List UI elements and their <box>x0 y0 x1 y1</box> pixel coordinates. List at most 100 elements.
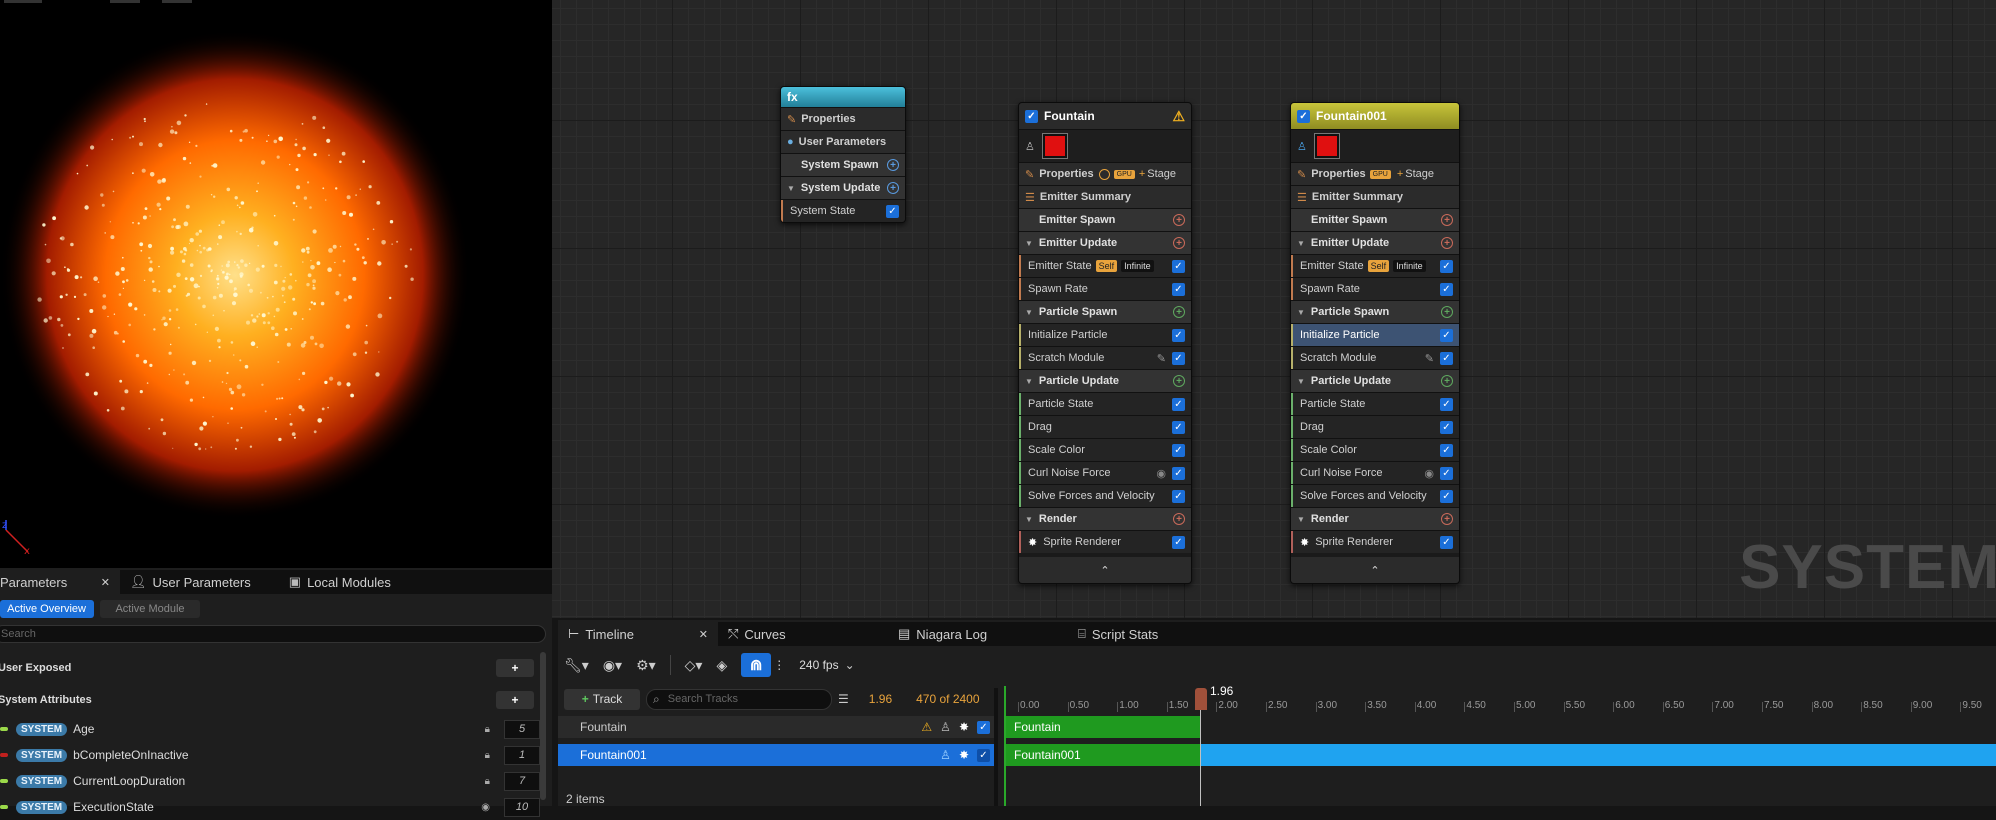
emitter-summary-row[interactable]: ☰ Emitter Summary <box>1291 185 1459 208</box>
active-overview-button[interactable]: Active Overview <box>0 600 94 618</box>
track-enable-checkbox[interactable]: ✓ <box>977 720 990 734</box>
parameters-scrollbar[interactable] <box>540 652 546 800</box>
add-module-icon[interactable]: + <box>1173 375 1185 387</box>
module-row[interactable]: Scale Color ✓ <box>1019 438 1191 461</box>
playback-settings-icon[interactable]: ⚙▾ <box>636 657 656 674</box>
more-options-icon[interactable]: ⋮ <box>773 658 785 672</box>
system-properties-row[interactable]: ✎ Properties <box>781 107 905 130</box>
attribute-row[interactable]: SYSTEM Age 🔒︎ 5 <box>0 716 540 742</box>
module-row[interactable]: Spawn Rate ✓ <box>1291 277 1459 300</box>
enable-checkbox[interactable]: ✓ <box>1172 259 1185 273</box>
tab-parameters[interactable]: Parameters ✕ <box>0 570 120 594</box>
track-bar-fountain001[interactable] <box>1200 744 1996 766</box>
auto-key-icon[interactable]: ◈ <box>716 657 727 674</box>
render-row[interactable]: ▼ Render + <box>1019 507 1191 530</box>
enable-checkbox[interactable]: ✓ <box>1172 328 1185 342</box>
active-module-button[interactable]: Active Module <box>100 600 200 618</box>
add-module-icon[interactable]: + <box>1441 237 1453 249</box>
particle-update-row[interactable]: ▼ Particle Update + <box>1019 369 1191 392</box>
particle-spawn-row[interactable]: ▼ Particle Spawn + <box>1019 300 1191 323</box>
playhead-handle[interactable] <box>1195 688 1207 710</box>
module-row[interactable]: Particle State ✓ <box>1019 392 1191 415</box>
module-row[interactable]: Particle State ✓ <box>1291 392 1459 415</box>
emitter-mode-icon[interactable]: ♙ <box>940 720 951 734</box>
close-icon[interactable]: ✕ <box>699 628 708 641</box>
enable-checkbox[interactable]: ✓ <box>1440 259 1453 273</box>
add-module-icon[interactable]: + <box>1441 214 1453 226</box>
collapse-triangle-icon[interactable]: ▼ <box>1025 308 1033 317</box>
collapse-node-button[interactable]: ⌃ <box>1291 553 1459 583</box>
warning-icon[interactable]: ⚠ <box>921 720 932 734</box>
eye-icon[interactable]: ◉ <box>1156 467 1166 480</box>
emitter-update-row[interactable]: ▼ Emitter Update + <box>1019 231 1191 254</box>
tab-user-parameters[interactable]: 👤︎ User Parameters <box>120 570 261 594</box>
add-parameter-button[interactable]: + <box>496 659 534 677</box>
fps-dropdown[interactable]: 240 fps <box>799 658 838 672</box>
user-exposed-section[interactable]: User Exposed + <box>0 656 534 680</box>
add-track-button[interactable]: + Track <box>564 688 640 710</box>
scratch-edit-icon[interactable]: ✎ <box>1157 352 1166 365</box>
enable-checkbox[interactable]: ✓ <box>1440 351 1453 365</box>
enable-checkbox[interactable]: ✓ <box>1172 420 1185 434</box>
enable-checkbox[interactable]: ✓ <box>1172 397 1185 411</box>
track-bar-fountain001-selected[interactable]: Fountain001 <box>1004 744 1200 766</box>
add-module-icon[interactable]: + <box>887 159 899 171</box>
module-row[interactable]: Scratch Module ✎ ✓ <box>1291 346 1459 369</box>
enable-checkbox[interactable]: ✓ <box>1440 489 1453 503</box>
track-bar-fountain[interactable]: Fountain <box>1004 716 1200 738</box>
module-row[interactable]: Drag ✓ <box>1019 415 1191 438</box>
attribute-value[interactable]: 1 <box>504 745 540 765</box>
emitter-properties-row[interactable]: ✎ Properties GPU + Stage <box>1019 162 1191 185</box>
enable-checkbox[interactable]: ✓ <box>1440 328 1453 342</box>
emitter-spawn-row[interactable]: Emitter Spawn + <box>1291 208 1459 231</box>
emitter-update-row[interactable]: ▼ Emitter Update + <box>1291 231 1459 254</box>
tab-timeline[interactable]: ⊢ Timeline ✕ <box>558 622 718 646</box>
module-row[interactable]: ✸ Sprite Renderer ✓ <box>1019 530 1191 553</box>
system-node[interactable]: fx ✎ Properties ● User Parameters System… <box>780 86 906 223</box>
scratch-edit-icon[interactable]: ✎ <box>1425 352 1434 365</box>
module-row[interactable]: Curl Noise Force ◉ ✓ <box>1019 461 1191 484</box>
filter-icon[interactable]: ☰ <box>838 692 849 706</box>
attribute-row[interactable]: SYSTEM bCompleteOnInactive 🔒︎ 1 <box>0 742 540 768</box>
add-module-icon[interactable]: + <box>1173 214 1185 226</box>
stage-label[interactable]: Stage <box>1405 168 1434 180</box>
attribute-value[interactable]: 7 <box>504 771 540 791</box>
emitter-node-fountain[interactable]: ✓ Fountain ⚠ ♙ ✎ Properties GPU + Stage … <box>1018 102 1192 584</box>
system-node-header[interactable]: fx <box>781 87 905 107</box>
collapse-triangle-icon[interactable]: ▼ <box>1297 308 1305 317</box>
emitter-enable-checkbox[interactable]: ✓ <box>1025 109 1038 123</box>
module-row[interactable]: Initialize Particle ✓ <box>1019 323 1191 346</box>
system-spawn-row[interactable]: System Spawn + <box>781 153 905 176</box>
collapse-node-button[interactable]: ⌃ <box>1019 553 1191 583</box>
enable-checkbox[interactable]: ✓ <box>1172 282 1185 296</box>
collapse-triangle-icon[interactable]: ▼ <box>1297 239 1305 248</box>
module-row[interactable]: Emitter State Self Infinite ✓ <box>1291 254 1459 277</box>
emitter-mode-icon[interactable]: ♙ <box>940 748 951 762</box>
emitter-summary-row[interactable]: ☰ Emitter Summary <box>1019 185 1191 208</box>
add-module-icon[interactable]: + <box>1441 513 1453 525</box>
collapse-triangle-icon[interactable]: ▼ <box>1297 515 1305 524</box>
close-icon[interactable]: ✕ <box>101 576 110 589</box>
wrench-icon[interactable]: 🔧︎▾ <box>564 657 589 674</box>
module-row[interactable]: Solve Forces and Velocity ✓ <box>1019 484 1191 507</box>
attribute-value[interactable]: 10 <box>504 797 540 817</box>
particle-spawn-row[interactable]: ▼ Particle Spawn + <box>1291 300 1459 323</box>
attribute-value[interactable]: 5 <box>504 719 540 739</box>
collapse-triangle-icon[interactable]: ▼ <box>1025 239 1033 248</box>
emitter-enable-checkbox[interactable]: ✓ <box>1297 109 1310 123</box>
enable-checkbox[interactable]: ✓ <box>886 204 899 218</box>
attribute-row[interactable]: SYSTEM CurrentLoopDuration 🔒︎ 7 <box>0 768 540 794</box>
module-row-selected[interactable]: Initialize Particle ✓ <box>1291 323 1459 346</box>
emitter-color-swatch[interactable] <box>1314 134 1339 158</box>
particle-update-row[interactable]: ▼ Particle Update + <box>1291 369 1459 392</box>
enable-checkbox[interactable]: ✓ <box>1172 535 1185 549</box>
emitter-color-swatch[interactable] <box>1042 134 1067 158</box>
render-row[interactable]: ▼ Render + <box>1291 507 1459 530</box>
emitter-spawn-row[interactable]: Emitter Spawn + <box>1019 208 1191 231</box>
emitter-mode-icon[interactable]: ♙ <box>1025 140 1035 153</box>
enable-checkbox[interactable]: ✓ <box>1440 282 1453 296</box>
add-module-icon[interactable]: + <box>1173 513 1185 525</box>
enable-checkbox[interactable]: ✓ <box>1440 420 1453 434</box>
parameters-search-input[interactable]: Search <box>0 625 546 643</box>
collapse-triangle-icon[interactable]: ▼ <box>787 184 795 193</box>
